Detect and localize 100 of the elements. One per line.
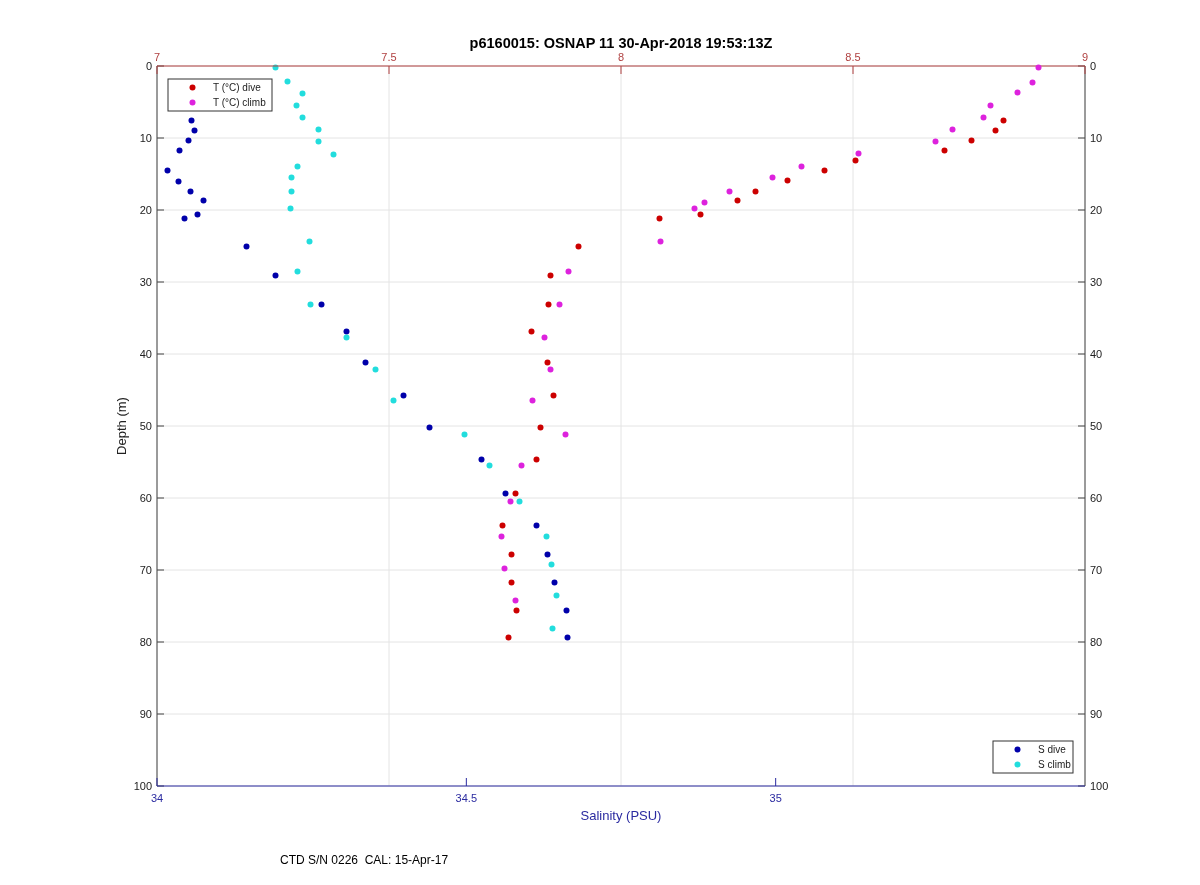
legend-marker-icon	[189, 99, 196, 106]
data-point	[565, 268, 572, 275]
data-point	[272, 64, 279, 71]
tick-label: 80	[139, 636, 152, 648]
data-point	[1000, 117, 1007, 124]
data-point	[315, 126, 322, 133]
data-point	[533, 522, 540, 529]
data-point	[200, 197, 207, 204]
data-point	[288, 174, 295, 181]
data-point	[293, 102, 300, 109]
legend-marker-icon	[1014, 761, 1021, 768]
data-point	[548, 561, 555, 568]
tick-label: 20	[139, 204, 152, 216]
data-point	[541, 334, 548, 341]
data-point	[508, 551, 515, 558]
data-point	[949, 126, 956, 133]
data-point	[1035, 64, 1042, 71]
data-point	[461, 431, 468, 438]
data-point	[528, 328, 535, 335]
tick-label: 40	[1090, 348, 1103, 360]
data-point	[563, 607, 570, 614]
tick-label: 50	[1090, 420, 1103, 432]
data-point	[726, 188, 733, 195]
data-point	[550, 392, 557, 399]
data-point	[553, 592, 560, 599]
data-point	[533, 456, 540, 463]
data-point	[784, 177, 791, 184]
data-point	[562, 431, 569, 438]
data-point	[547, 272, 554, 279]
data-point	[294, 163, 301, 170]
data-point	[176, 147, 183, 154]
tick-label: 7.5	[381, 51, 397, 63]
data-point	[549, 625, 556, 632]
calibration-note: CTD S/N 0226 CAL: 15-Apr-17	[280, 853, 449, 867]
data-point	[175, 178, 182, 185]
data-point	[545, 301, 552, 308]
data-point	[315, 138, 322, 145]
data-point	[518, 462, 525, 469]
tick-label: 30	[1090, 276, 1103, 288]
legend-label: S dive	[1038, 743, 1066, 755]
axis-title: Depth (m)	[114, 397, 129, 455]
data-point	[390, 397, 397, 404]
data-point	[551, 579, 558, 586]
data-point	[362, 359, 369, 366]
legend-label: S climb	[1038, 758, 1071, 770]
tick-label: 50	[139, 420, 152, 432]
data-point	[372, 366, 379, 373]
data-point	[499, 522, 506, 529]
tick-label: 80	[1090, 636, 1103, 648]
data-point	[187, 188, 194, 195]
data-point	[575, 243, 582, 250]
tick-label: 70	[139, 564, 152, 576]
data-point	[426, 424, 433, 431]
data-point	[657, 238, 664, 245]
tick-label: 90	[139, 708, 152, 720]
data-point	[185, 137, 192, 144]
data-point	[734, 197, 741, 204]
tick-label: 100	[133, 780, 152, 792]
tick-label: 30	[139, 276, 152, 288]
data-point	[299, 114, 306, 121]
tick-label: 7	[153, 51, 161, 63]
tick-label: 34.5	[455, 792, 478, 804]
data-point	[194, 211, 201, 218]
tick-label: 10	[1090, 132, 1103, 144]
data-point	[544, 551, 551, 558]
data-point	[330, 151, 337, 158]
chart-title: p6160015: OSNAP 11 30-Apr-2018 19:53:13Z	[469, 35, 773, 51]
data-point	[752, 188, 759, 195]
tick-label: 0	[1090, 60, 1097, 72]
tick-label: 20	[1090, 204, 1103, 216]
data-point	[992, 127, 999, 134]
tick-label: 8	[617, 51, 625, 63]
tick-label: 0	[145, 60, 152, 72]
data-point	[701, 199, 708, 206]
data-point	[513, 607, 520, 614]
data-point	[191, 127, 198, 134]
legend-marker-icon	[1014, 746, 1021, 753]
data-point	[181, 215, 188, 222]
tick-label: 35	[769, 792, 782, 804]
tick-label: 70	[1090, 564, 1103, 576]
data-point	[272, 272, 279, 279]
tick-label: 60	[139, 492, 152, 504]
data-point	[288, 188, 295, 195]
data-point	[941, 147, 948, 154]
legend-marker-icon	[189, 84, 196, 91]
data-point	[284, 78, 291, 85]
data-point	[501, 565, 508, 572]
data-point	[968, 137, 975, 144]
data-point	[307, 301, 314, 308]
tick-label: 10	[139, 132, 152, 144]
data-point	[299, 90, 306, 97]
data-point	[498, 533, 505, 540]
data-point	[164, 167, 171, 174]
data-point	[306, 238, 313, 245]
tick-label: 9	[1081, 51, 1089, 63]
data-point	[656, 215, 663, 222]
data-point	[318, 301, 325, 308]
data-point	[243, 243, 250, 250]
data-point	[821, 167, 828, 174]
data-point	[512, 597, 519, 604]
